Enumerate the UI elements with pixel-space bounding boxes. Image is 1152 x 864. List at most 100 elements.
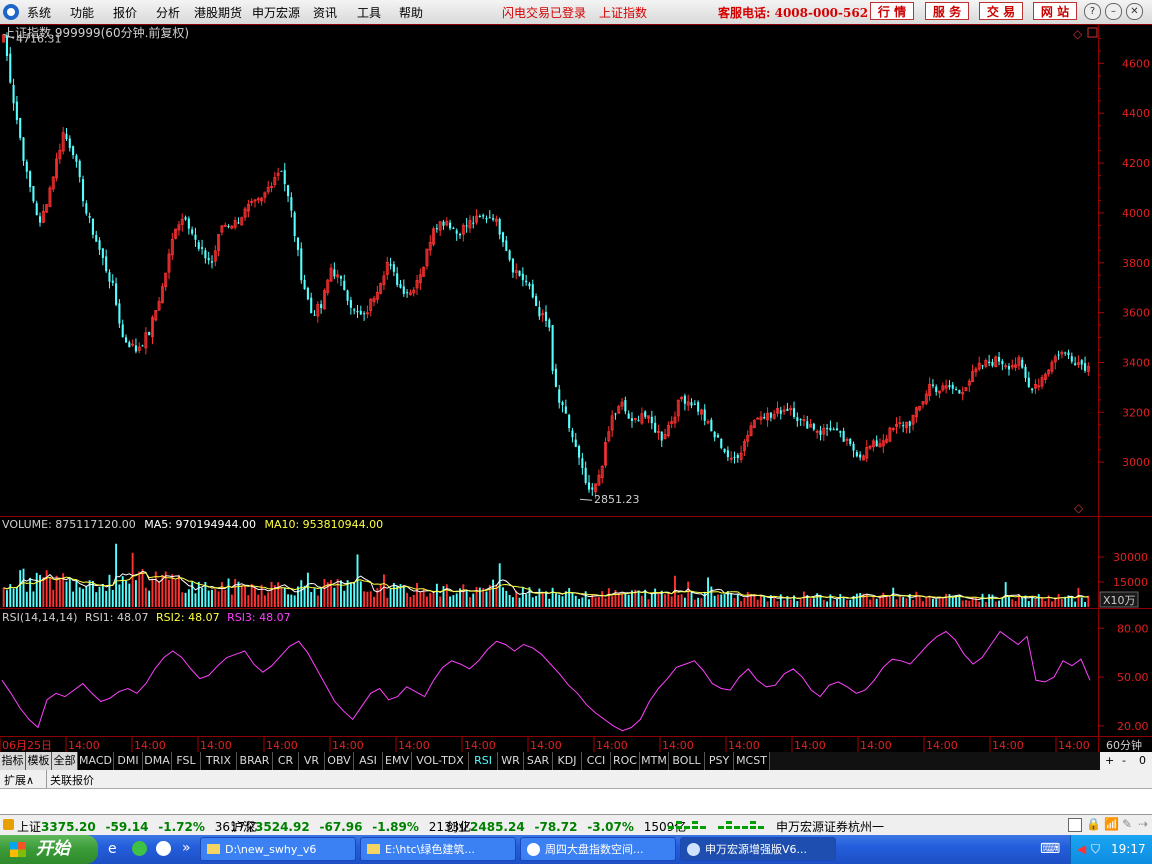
volume-bar — [683, 597, 686, 607]
indicator-tab-sar[interactable]: SAR — [524, 752, 553, 770]
volume-bar — [783, 600, 786, 607]
indicator-tab-emv[interactable]: EMV — [383, 752, 412, 770]
indicator-tab-kdj[interactable]: KDJ — [553, 752, 582, 770]
tray-shield-icon[interactable]: ⛉ — [1091, 842, 1100, 857]
candle-body-down — [442, 221, 445, 226]
indicator-tab-fsl[interactable]: FSL — [172, 752, 201, 770]
diamond-icon[interactable]: ◇ — [1073, 27, 1083, 41]
period-label[interactable]: 60分钟 — [1106, 738, 1142, 752]
more-quicklaunch-icon[interactable]: » — [182, 840, 191, 856]
xaxis-time-label: 14:00 — [68, 739, 100, 752]
volume-bar — [809, 598, 812, 607]
indicator-tab-dma[interactable]: DMA — [143, 752, 172, 770]
volume-bar — [604, 598, 607, 607]
browser-icon[interactable] — [132, 841, 147, 856]
candle-body-down — [339, 276, 343, 279]
indicator-tab-mcst[interactable]: MCST — [734, 752, 770, 770]
volume-bar — [799, 598, 802, 607]
indicator-tab-macd[interactable]: MACD — [78, 752, 114, 770]
window-restore-icon[interactable] — [1087, 27, 1098, 38]
volume-bar — [419, 591, 422, 607]
volume-bar — [32, 591, 35, 607]
task-swhy-app[interactable]: 申万宏源增强版V6... — [680, 837, 836, 861]
start-button[interactable]: 开始 — [0, 835, 98, 864]
volume-bar — [895, 599, 898, 607]
tray-alert-icon[interactable]: ◀ — [1077, 842, 1086, 856]
indicator-tab-boll[interactable]: BOLL — [669, 752, 705, 770]
volume-bar — [98, 586, 101, 607]
zoom-out-button[interactable]: - — [1122, 754, 1126, 767]
zoom-reset-button[interactable]: 0 — [1139, 754, 1146, 767]
volume-bar — [58, 578, 61, 607]
candle-body-down — [396, 273, 399, 285]
volume-bar — [297, 586, 299, 607]
related-quote-tab[interactable]: 关联报价 — [50, 772, 94, 788]
volume-bar — [211, 589, 213, 607]
cy-index-quote[interactable]: 创业2485.24 -78.72 -3.07% 1509亿 — [446, 818, 686, 835]
candle-body-down — [320, 304, 323, 309]
indicator-tab-asi[interactable]: ASI — [354, 752, 383, 770]
indicator-tab-vr[interactable]: VR — [299, 752, 325, 770]
indicator-tab-全部[interactable]: 全部 — [52, 752, 78, 770]
xaxis-time-label: 14:00 — [1058, 739, 1090, 752]
candle-body-down — [988, 361, 991, 364]
diamond-bottom-icon[interactable]: ◇ — [1074, 501, 1084, 515]
indicator-tab-模板[interactable]: 模板 — [26, 752, 52, 770]
candle-body-down — [786, 408, 789, 411]
rsi1-value: RSI1: 48.07 — [85, 611, 149, 624]
indicator-tab-rsi[interactable]: RSI — [469, 752, 498, 770]
volume-bar — [965, 599, 967, 607]
lock-icon[interactable]: 🔒 — [1086, 817, 1101, 831]
zoom-in-button[interactable]: + — [1105, 754, 1114, 767]
windows-logo-icon — [10, 842, 26, 857]
volume-bar — [568, 588, 571, 607]
more-icon[interactable]: ⇢ — [1138, 817, 1148, 831]
indicator-tab-mtm[interactable]: MTM — [640, 752, 669, 770]
expand-tab[interactable]: 扩展∧ — [4, 772, 34, 788]
ie-icon[interactable]: e — [108, 841, 117, 857]
indicator-tab-trix[interactable]: TRIX — [201, 752, 237, 770]
volume-bar — [531, 597, 534, 607]
candle-body-down — [363, 313, 366, 315]
candle-body-down — [528, 283, 531, 287]
task-document[interactable]: 周四大盘指数空间... — [520, 837, 676, 861]
candle-body-down — [574, 439, 577, 447]
indicator-tab-cr[interactable]: CR — [273, 752, 299, 770]
volume-bar — [373, 596, 375, 607]
candle-body-down — [482, 215, 485, 217]
indicator-tab-wr[interactable]: WR — [498, 752, 524, 770]
indicator-tab-brar[interactable]: BRAR — [237, 752, 273, 770]
chart-canvas[interactable]: 上证指数 999999(60分钟.前复权) ◇ ◇ 30003200340036… — [0, 0, 1152, 790]
rsi-legend: RSI(14,14,14) RSI1: 48.07 RSI2: 48.07 RS… — [2, 611, 291, 624]
indicator-tab-cci[interactable]: CCI — [582, 752, 611, 770]
candle-body-down — [839, 431, 842, 433]
notice-icon[interactable] — [1068, 818, 1082, 832]
task-folder-htc[interactable]: E:\htc\绿色建筑... — [360, 837, 516, 861]
candle-body-down — [650, 416, 653, 424]
sh-index-quote[interactable]: 上证3375.20 -59.14 -1.72% 3617亿 — [17, 818, 257, 835]
indicator-tab-dmi[interactable]: DMI — [114, 752, 143, 770]
settings-icon[interactable]: ✎ — [1122, 817, 1132, 831]
indicator-tab-vol-tdx[interactable]: VOL-TDX — [412, 752, 469, 770]
keyboard-icon[interactable]: ⌨ — [1040, 841, 1060, 857]
volume-bar — [445, 584, 448, 607]
price-tick-label: 3800 — [1122, 257, 1150, 270]
candle-body-down — [584, 467, 587, 483]
indicator-tab-obv[interactable]: OBV — [325, 752, 354, 770]
volume-bar — [177, 574, 180, 607]
volume-bar — [945, 593, 948, 607]
indicator-tab-psy[interactable]: PSY — [705, 752, 734, 770]
candle-body-down — [683, 395, 686, 404]
task-folder-v6[interactable]: D:\new_swhy_v6 — [200, 837, 356, 861]
volume-bar — [369, 591, 372, 607]
indicator-tab-roc[interactable]: ROC — [611, 752, 640, 770]
volume-bar — [323, 578, 326, 607]
app-quick-icon[interactable] — [156, 841, 171, 856]
volume-value: VOLUME: 875117120.00 — [2, 518, 136, 531]
indicator-tab-指标[interactable]: 指标 — [0, 752, 26, 770]
candle-body-down — [958, 389, 961, 394]
hs-index-quote[interactable]: 沪深3524.92 -67.96 -1.89% 2133亿 — [231, 818, 471, 835]
volume-bar — [502, 587, 504, 607]
candle-body-down — [22, 137, 25, 162]
candle-body-down — [1031, 388, 1034, 391]
